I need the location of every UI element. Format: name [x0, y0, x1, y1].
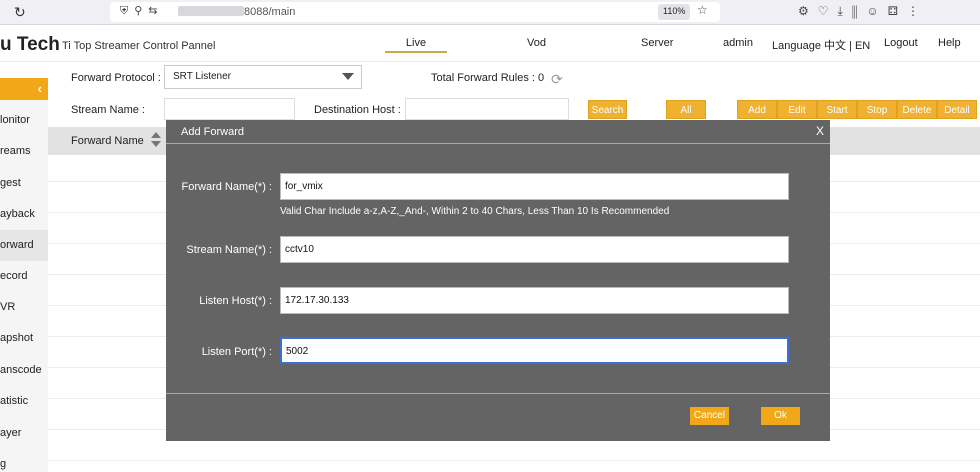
- edit-button[interactable]: Edit: [777, 100, 817, 119]
- sidebar-item-log[interactable]: g: [0, 449, 48, 472]
- nav-admin[interactable]: admin: [723, 37, 753, 49]
- nav-help[interactable]: Help: [938, 37, 961, 49]
- forward-protocol-value: SRT Listener: [173, 71, 231, 82]
- browser-toolbar: ↻ ⛨⚲⇆ 8088/main 110% ☆ ⚙♡⤓⫼☺⚃⋮: [0, 0, 980, 25]
- cancel-button[interactable]: Cancel: [690, 407, 729, 425]
- sidebar-collapse-button[interactable]: ‹: [0, 78, 48, 100]
- dialog-divider: [166, 143, 830, 144]
- column-forward-name[interactable]: Forward Name: [71, 135, 144, 147]
- forward-protocol-label: Forward Protocol :: [71, 72, 161, 84]
- destination-host-label: Destination Host :: [314, 104, 401, 116]
- destination-host-input[interactable]: [405, 98, 569, 120]
- sidebar-item-streams[interactable]: reams: [0, 136, 48, 167]
- search-button[interactable]: Search: [588, 100, 627, 119]
- nav-vod[interactable]: Vod: [527, 37, 546, 49]
- stop-button[interactable]: Stop: [857, 100, 897, 119]
- refresh-icon[interactable]: ⟳: [551, 71, 563, 88]
- forward-protocol-select[interactable]: SRT Listener: [164, 65, 362, 89]
- start-button[interactable]: Start: [817, 100, 857, 119]
- stream-name-input[interactable]: [164, 98, 295, 120]
- forward-name-hint: Valid Char Include a-z,A-Z,_And-, Within…: [280, 206, 670, 217]
- sidebar-item-player[interactable]: ayer: [0, 418, 48, 449]
- listen-port-field[interactable]: 5002: [280, 337, 789, 364]
- forward-name-label: Forward Name(*) :: [181, 181, 272, 193]
- all-button[interactable]: All: [666, 100, 706, 119]
- sidebar-item-statistic[interactable]: atistic: [0, 386, 48, 417]
- ok-button[interactable]: Ok: [761, 407, 800, 425]
- brand-subtitle: Ti Top Streamer Control Pannel: [62, 40, 216, 52]
- stream-name-label: Stream Name(*) :: [186, 244, 272, 256]
- sidebar-item-ingest[interactable]: gest: [0, 168, 48, 199]
- stream-name-field[interactable]: cctv10: [280, 236, 789, 263]
- app-header: u Tech Ti Top Streamer Control Pannel Li…: [0, 25, 980, 62]
- sidebar-item-snapshot[interactable]: apshot: [0, 323, 48, 354]
- bookmark-star-icon[interactable]: ☆: [697, 3, 708, 17]
- dialog-title: Add Forward: [181, 126, 244, 138]
- nav-logout[interactable]: Logout: [884, 37, 918, 49]
- toolbar-icons[interactable]: ⚙♡⤓⫼☺⚃⋮: [798, 4, 928, 19]
- table-row: [48, 460, 980, 461]
- shield-icon: ⛨⚲⇆: [120, 5, 164, 17]
- chevron-down-icon: [342, 73, 354, 80]
- sidebar-item-playback[interactable]: ayback: [0, 199, 48, 230]
- detail-button[interactable]: Detail: [937, 100, 977, 119]
- zoom-level[interactable]: 110%: [658, 4, 691, 20]
- url-redacted: [178, 6, 244, 16]
- dialog-footer-divider: [166, 393, 830, 394]
- sidebar-item-monitor[interactable]: lonitor: [0, 105, 48, 136]
- close-icon[interactable]: X: [816, 124, 824, 138]
- total-forward-rules: Total Forward Rules : 0: [431, 72, 545, 84]
- stream-name-label: Stream Name :: [71, 104, 145, 116]
- sidebar: ‹ lonitor reams gest ayback orward ecord…: [0, 78, 48, 472]
- brand-logo: u Tech: [0, 34, 60, 55]
- add-forward-dialog: Add Forward X Forward Name(*) : for_vmix…: [166, 120, 830, 441]
- add-button[interactable]: Add: [737, 100, 777, 119]
- listen-host-field[interactable]: 172.17.30.133: [280, 287, 789, 314]
- nav-server[interactable]: Server: [641, 37, 673, 49]
- listen-port-label: Listen Port(*) :: [201, 346, 272, 358]
- listen-host-label: Listen Host(*) :: [199, 295, 272, 307]
- nav-live[interactable]: Live: [385, 37, 447, 53]
- forward-name-field[interactable]: for_vmix: [280, 173, 789, 200]
- sidebar-item-record[interactable]: ecord: [0, 261, 48, 292]
- sidebar-item-dvr[interactable]: VR: [0, 292, 48, 323]
- sidebar-item-forward[interactable]: orward: [0, 230, 48, 261]
- sort-icon[interactable]: [151, 132, 161, 150]
- delete-button[interactable]: Delete: [897, 100, 937, 119]
- reload-icon[interactable]: ↻: [14, 4, 26, 21]
- url-text: 8088/main: [244, 6, 296, 18]
- sidebar-item-transcode[interactable]: anscode: [0, 355, 48, 386]
- nav-language[interactable]: Language 中文 | EN: [772, 37, 870, 53]
